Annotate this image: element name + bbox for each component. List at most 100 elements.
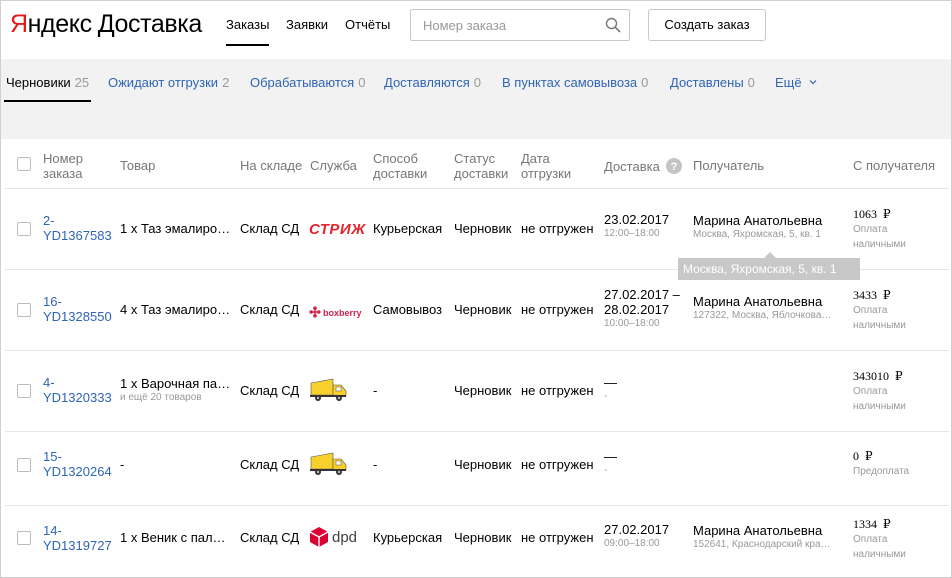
shipment-cell: не отгружен <box>521 383 594 398</box>
order-number-part: 4- <box>43 375 55 390</box>
currency: ₽ <box>865 449 873 463</box>
amount-value: 3433 <box>853 288 877 302</box>
orders-table: Номер заказа Товар На складе Служба Спосо… <box>5 139 949 577</box>
from-recipient-cell: 0 ₽ Предоплата <box>853 449 909 479</box>
warehouse-cell: Склад СД <box>240 302 300 317</box>
tab-count: 0 <box>641 75 649 90</box>
address-tooltip: Москва, Яхромская, 5, кв. 1 <box>678 252 860 280</box>
table-row[interactable]: 4- YD1320333 1 x Варочная па… и ещё 20 тов… <box>5 351 949 432</box>
delivery-status-cell: Черновик <box>454 302 512 317</box>
order-number-link[interactable]: 4- YD1320333 <box>43 375 112 405</box>
table-row[interactable]: 16- YD1328550 4 x Таз эмалиро… Склад СД b… <box>5 270 949 351</box>
delivery-time: - <box>604 391 608 402</box>
row-checkbox[interactable] <box>17 531 31 545</box>
logo-brand-first-letter: Я <box>10 10 28 38</box>
strizh-logo: СТРИЖ <box>309 221 366 238</box>
app-window: ЯндексДоставка Заказы Заявки Отчёты Созд… <box>0 0 952 578</box>
nav-orders[interactable]: Заказы <box>226 17 270 46</box>
help-icon[interactable]: ? <box>666 158 683 174</box>
currency: ₽ <box>895 369 903 383</box>
dpd-logo: dpd <box>309 526 357 548</box>
goods-cell: 1 x Веник с пал… <box>120 530 226 545</box>
delivery-time: - <box>604 465 608 476</box>
dpd-logo-text: dpd <box>332 529 358 546</box>
currency: ₽ <box>883 288 891 302</box>
header-warehouse: На складе <box>240 158 303 173</box>
shipment-cell: не отгружен <box>521 302 594 317</box>
nav-reports[interactable]: Отчёты <box>345 17 390 32</box>
tab-count: 0 <box>747 75 755 90</box>
delivery-date: — <box>604 375 617 390</box>
delivery-date-cell: 27.02.2017 09:00–18:00 <box>604 522 669 550</box>
order-search-input[interactable] <box>411 10 591 40</box>
recipient-cell: Марина Анатольевна 127322, Москва, Яблочк… <box>693 294 831 322</box>
amount: 1334 ₽ <box>853 517 906 532</box>
header-recipient: Получатель <box>693 158 765 173</box>
order-number-link[interactable]: 2- YD1367583 <box>43 213 112 243</box>
order-number-part: 2- <box>43 213 55 228</box>
amount: 0 ₽ <box>853 449 909 464</box>
row-checkbox[interactable] <box>17 303 31 317</box>
order-number-link[interactable]: 14- YD1319727 <box>43 523 112 553</box>
header-delivery: Доставка ? <box>604 158 683 174</box>
truck-icon <box>309 377 347 406</box>
yandex-delivery-logo[interactable]: Яндекс Доставка <box>10 9 202 39</box>
tab-delivered[interactable]: Доставлены 0 <box>670 75 755 90</box>
order-number-link[interactable]: 15- YD1320264 <box>43 449 112 479</box>
order-number-link[interactable]: 16- YD1328550 <box>43 294 112 324</box>
recipient-address[interactable]: 127322, Москва, Яблочкова… <box>693 309 831 322</box>
delivery-method-cell: - <box>373 383 378 398</box>
search-icon[interactable] <box>605 17 621 33</box>
header-line: отгрузки <box>521 166 572 181</box>
delivery-date-cell: — - <box>604 449 617 477</box>
tab-count: 2 <box>222 75 230 90</box>
currency: ₽ <box>883 517 891 531</box>
delivery-method-cell: - <box>373 457 378 472</box>
delivery-method-cell: Курьерская <box>373 530 443 545</box>
delivery-date-end: 28.02.2017 <box>604 302 670 317</box>
tab-awaiting-shipment[interactable]: Ожидают отгрузки 2 <box>108 75 229 90</box>
strizh-logo-text: СТРИЖ <box>309 221 366 238</box>
tab-more[interactable]: Ещё <box>775 75 817 90</box>
tab-in-delivery[interactable]: Доставляются 0 <box>384 75 481 90</box>
from-recipient-cell: 1063 ₽ Оплата наличными <box>853 207 906 252</box>
tab-drafts[interactable]: Черновики 25 <box>3 75 92 102</box>
shipment-cell: не отгружен <box>521 457 594 472</box>
recipient-address[interactable]: Москва, Яхромская, 5, кв. 1 <box>693 228 822 241</box>
delivery-status-cell: Черновик <box>454 530 512 545</box>
create-order-button[interactable]: Создать заказ <box>648 9 766 41</box>
header-line: Дата <box>521 151 550 166</box>
select-all-checkbox[interactable] <box>17 157 31 171</box>
header-shipment-date: Дата отгрузки <box>521 151 571 181</box>
amount-value: 343010 <box>853 369 889 383</box>
row-checkbox[interactable] <box>17 458 31 472</box>
recipient-name: Марина Анатольевна <box>693 294 823 309</box>
row-checkbox[interactable] <box>17 222 31 236</box>
payment-type: наличными <box>853 549 906 560</box>
header-line: доставки <box>454 166 509 181</box>
tab-processing[interactable]: Обрабатываются 0 <box>250 75 365 90</box>
header-delivery-method: Способ доставки <box>373 151 427 181</box>
nav-requests[interactable]: Заявки <box>286 17 328 32</box>
delivery-method-cell: Курьерская <box>373 221 443 236</box>
table-row[interactable]: 15- YD1320264 - Склад СД - Черновик не от… <box>5 432 949 506</box>
delivery-status-cell: Черновик <box>454 457 512 472</box>
recipient-cell: Марина Анатольевна 152641, Краснодарский … <box>693 523 831 551</box>
row-checkbox[interactable] <box>17 384 31 398</box>
recipient-address[interactable]: 152641, Краснодарский кра… <box>693 538 831 551</box>
recipient-cell: Марина Анатольевна Москва, Яхромская, 5, … <box>693 213 822 241</box>
dpd-cube-icon <box>309 527 329 547</box>
amount-value: 0 <box>853 449 859 463</box>
delivery-date: 27.02.2017 – <box>604 287 680 302</box>
table-row[interactable]: 14- YD1319727 1 x Веник с пал… Склад СД d… <box>5 506 949 577</box>
order-number-part: YD1328550 <box>43 309 112 324</box>
payment-type: Оплата <box>853 386 888 397</box>
boxberry-berry-icon <box>309 306 321 318</box>
amount: 343010 ₽ <box>853 369 906 384</box>
tab-count: 25 <box>74 75 90 90</box>
order-number-part: YD1320264 <box>43 464 112 479</box>
tab-pickup-points[interactable]: В пунктах самовывоза 0 <box>502 75 648 90</box>
delivery-date: — <box>604 449 617 464</box>
tab-label: Доставляются <box>384 75 470 90</box>
goods-cell: 4 x Таз эмалиро… <box>120 302 231 317</box>
